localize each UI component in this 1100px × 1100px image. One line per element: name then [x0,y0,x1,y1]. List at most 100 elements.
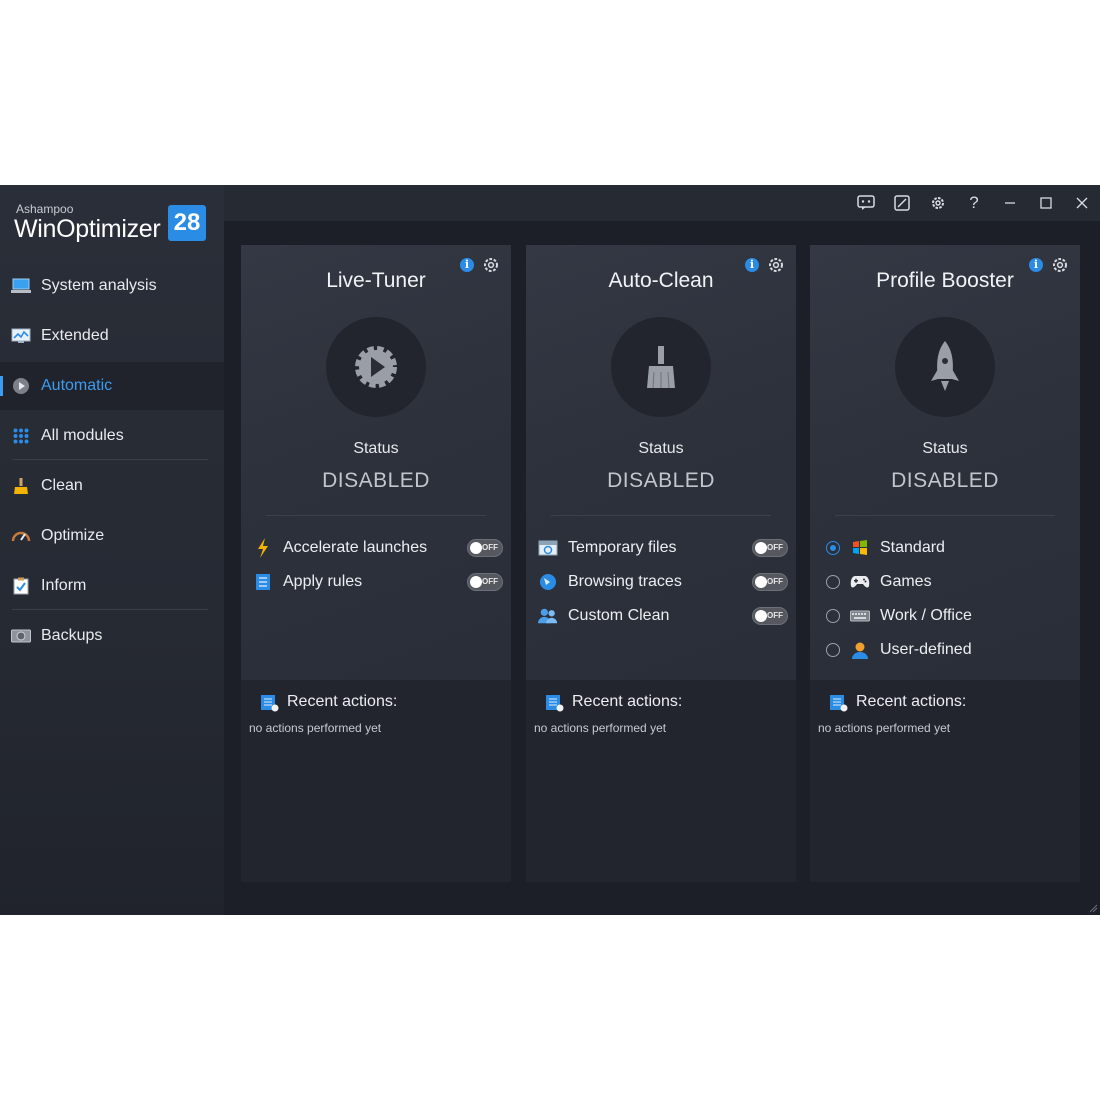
sidebar-item-backups[interactable]: Backups [0,612,224,660]
status-value: DISABLED [607,469,715,492]
browser-icon [538,572,558,592]
broom-icon [11,476,31,496]
maximize-button[interactable] [1034,191,1058,215]
temp-files-icon [538,538,558,558]
profile-standard[interactable]: Standard [826,535,1076,561]
recent-actions-label: Recent actions: [572,693,683,710]
profile-radio[interactable] [826,609,840,623]
status-label: Status [922,440,968,457]
custom-clean-toggle[interactable]: OFF [752,607,788,625]
feedback-icon [857,195,875,210]
sidebar-item-label: Extended [41,327,109,344]
recent-actions-icon [261,695,279,712]
recent-actions-text: no actions performed yet [818,721,951,735]
profile-radio[interactable] [826,541,840,555]
sidebar-item-label: System analysis [41,277,157,294]
profile-label: Games [880,573,932,590]
resize-grip-icon[interactable] [1088,903,1098,913]
feedback-button[interactable] [854,191,878,215]
profile-label: Work / Office [880,607,972,624]
sidebar-item-label: All modules [41,427,124,444]
profile-radio[interactable] [826,643,840,657]
gear-icon[interactable] [767,256,785,274]
grid-icon [11,426,31,446]
card-divider [266,515,486,516]
sidebar-item-system-analysis[interactable]: System analysis [0,262,224,310]
card-profile-booster: Profile Booster i Status DISABLED Standa… [810,245,1080,882]
auto-clean-start-button[interactable] [611,317,711,417]
help-button[interactable]: ? [962,191,986,215]
play-gear-icon [355,346,397,388]
recent-actions-panel: Recent actions: no actions performed yet [526,680,796,882]
card-title: Profile Booster [876,269,1014,292]
recent-actions-text: no actions performed yet [249,721,382,735]
brand-name: WinOptimizer [14,215,161,243]
profile-booster-start-button[interactable] [895,317,995,417]
temporary-files-toggle[interactable]: OFF [752,539,788,557]
recent-actions-title: Recent actions: [828,692,966,712]
card-divider [551,515,771,516]
maximize-icon [1040,197,1052,209]
option-label: Apply rules [283,573,363,590]
browsing-traces-toggle[interactable]: OFF [752,573,788,591]
profile-radio[interactable] [826,575,840,589]
broom-icon [647,346,675,389]
sidebar-item-extended[interactable]: Extended [0,312,224,360]
sidebar-item-all-modules[interactable]: All modules [0,412,224,460]
sidebar-item-label: Clean [41,477,83,494]
sidebar-item-automatic[interactable]: Automatic [0,362,224,410]
option-accelerate-launches: Accelerate launches OFF [253,535,503,561]
info-button[interactable]: i [460,258,474,272]
settings-button[interactable] [926,191,950,215]
option-browsing-traces: Browsing traces OFF [538,569,788,595]
play-gear-icon [11,376,31,396]
profile-label: Standard [880,539,945,556]
drive-icon [11,626,31,646]
rocket-icon [931,341,959,391]
card-title: Auto-Clean [608,269,714,292]
option-label: Browsing traces [568,573,682,590]
profile-games[interactable]: Games [826,569,1076,595]
users-icon [538,606,558,626]
sidebar-item-inform[interactable]: Inform [0,562,224,610]
laptop-icon [11,276,31,296]
gear-icon[interactable] [482,256,500,274]
card-auto-clean: Auto-Clean i Status DISABLED Temporary f… [526,245,796,882]
profile-label: User-defined [880,641,972,658]
sidebar-divider [12,459,208,460]
option-label: Accelerate launches [283,539,428,556]
gear-icon[interactable] [1051,256,1069,274]
profile-work-office[interactable]: Work / Office [826,603,1076,629]
recent-actions-panel: Recent actions: no actions performed yet [241,680,511,882]
recent-actions-title: Recent actions: [259,692,397,712]
info-button[interactable]: i [1029,258,1043,272]
windows-logo-icon [850,538,870,558]
recent-actions-text: no actions performed yet [534,721,667,735]
sidebar-divider [12,609,208,610]
card-title: Live-Tuner [326,269,426,292]
brand-version-badge: 28 [168,205,206,241]
sidebar-item-label: Inform [41,577,87,594]
apply-rules-toggle[interactable]: OFF [467,573,503,591]
recent-actions-label: Recent actions: [856,693,967,710]
monitor-chart-icon [11,326,31,346]
info-button[interactable]: i [745,258,759,272]
list-icon [253,572,273,592]
card-divider [835,515,1055,516]
live-tuner-start-button[interactable] [326,317,426,417]
card-live-tuner: Live-Tuner i Status DISABLED Accelerate … [241,245,511,882]
card-header-area [241,245,511,680]
recent-actions-label: Recent actions: [287,693,398,710]
close-button[interactable] [1070,191,1094,215]
clipboard-check-icon [11,576,31,596]
accelerate-launches-toggle[interactable]: OFF [467,539,503,557]
settings-icon [932,197,944,209]
sidebar: Ashampoo WinOptimizer 28 System analysis… [0,185,224,915]
user-icon [850,640,870,660]
sidebar-item-clean[interactable]: Clean [0,462,224,510]
skin-button[interactable] [890,191,914,215]
status-label: Status [638,440,684,457]
sidebar-item-optimize[interactable]: Optimize [0,512,224,560]
profile-user-defined[interactable]: User-defined [826,637,1076,663]
minimize-button[interactable] [998,191,1022,215]
